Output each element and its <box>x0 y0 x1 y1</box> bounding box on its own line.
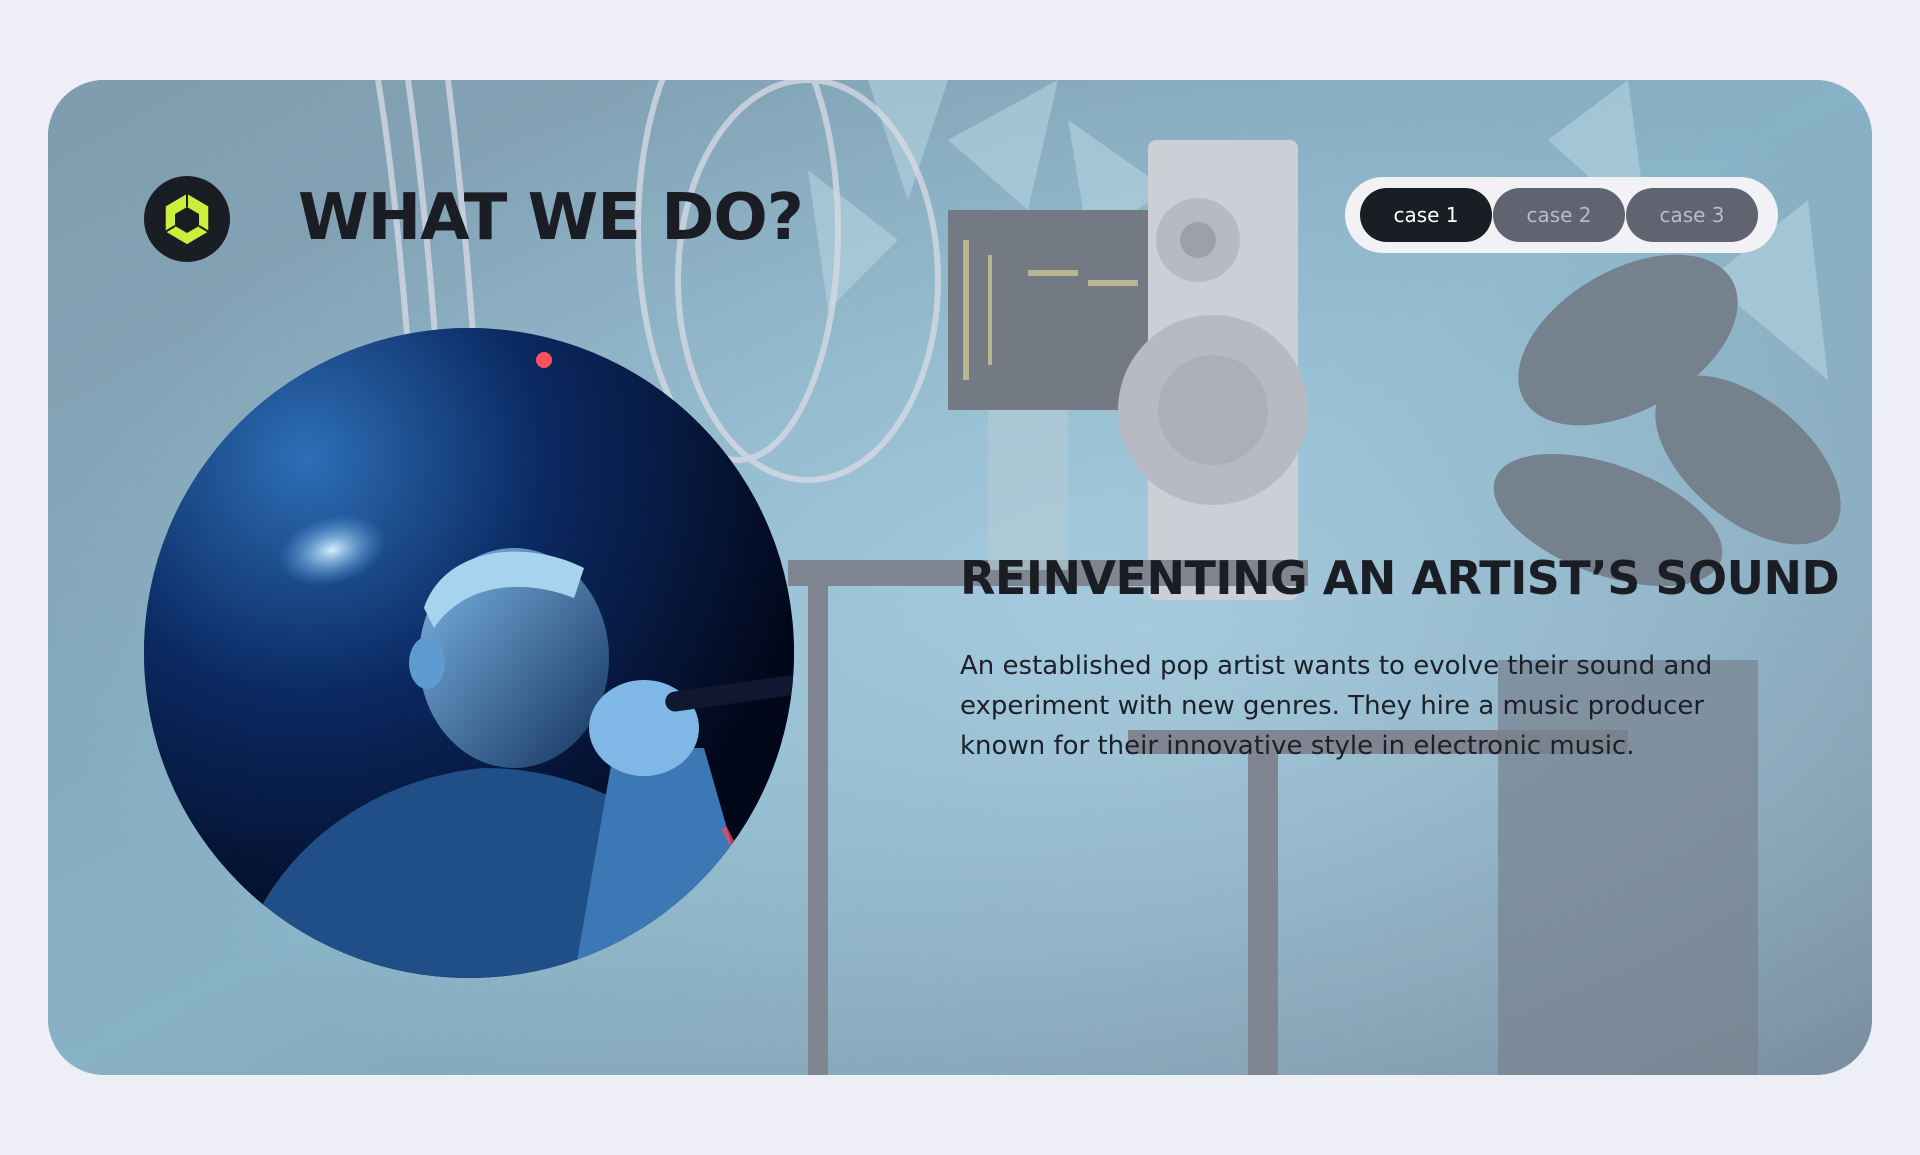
page-title: WHAT WE DO? <box>298 181 804 255</box>
case-card: WHAT WE DO? case 1 case 2 case 3 REINVEN… <box>48 80 1872 1075</box>
case-heading: REINVENTING AN ARTIST’S SOUND <box>960 551 1840 605</box>
case-description: An established pop artist wants to evolv… <box>960 651 1713 761</box>
brand-logo[interactable] <box>144 176 230 262</box>
tab-case-1[interactable]: case 1 <box>1360 188 1492 242</box>
singer-portrait-image <box>144 328 794 978</box>
hexagon-ring-logo-icon <box>164 192 210 246</box>
case-switcher: case 1 case 2 case 3 <box>1345 177 1778 253</box>
tab-case-3[interactable]: case 3 <box>1626 188 1758 242</box>
tab-case-2[interactable]: case 2 <box>1493 188 1625 242</box>
